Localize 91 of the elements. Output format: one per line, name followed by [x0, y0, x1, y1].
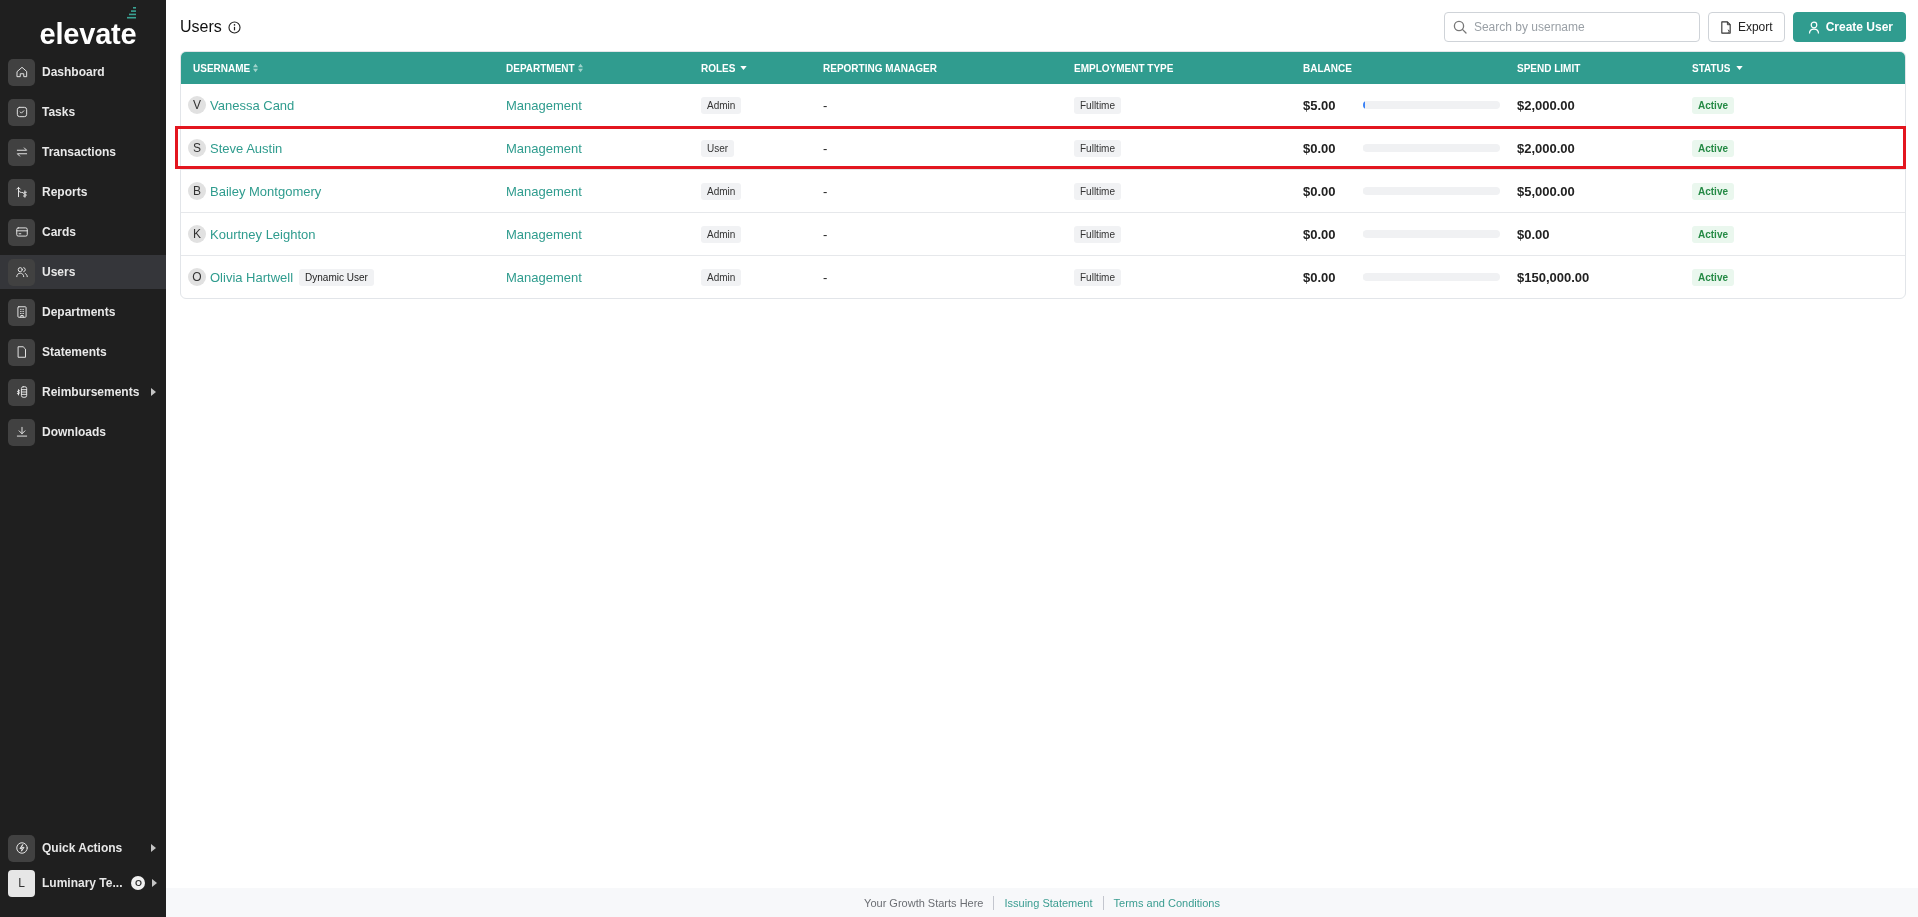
nav-item[interactable]: Departments [0, 295, 166, 329]
role-tag: Admin [701, 96, 742, 114]
balance-amount: $5.00 [1303, 97, 1337, 113]
balance-amount: $0.00 [1303, 226, 1337, 242]
reporting-manager-text: - [823, 226, 828, 242]
column-header: BALANCE [1302, 62, 1353, 74]
account-avatar: L [8, 869, 35, 897]
user-avatar: S [188, 139, 206, 157]
user-type-tag: Dynamic User [299, 268, 374, 286]
document-icon [8, 338, 35, 366]
spend-limit-amount: $5,000.00 [1517, 183, 1575, 199]
nav-item[interactable]: Reimbursements [0, 375, 166, 409]
checkmark-square-icon [8, 98, 35, 126]
search-field[interactable]: Search by username [1443, 12, 1700, 42]
spend-limit-amount: $2,000.00 [1517, 140, 1575, 156]
logo: elevate [39, 20, 137, 49]
employment-type-tag: Fulltime [1074, 182, 1121, 200]
status-tag: Active [1692, 96, 1734, 114]
search-icon [1452, 20, 1467, 34]
stacked-lines-icon [127, 7, 137, 19]
column-header: SPEND LIMIT [1516, 62, 1582, 74]
spend-limit-amount: $0.00 [1517, 226, 1550, 242]
username-link[interactable]: Olivia Hartwell [210, 269, 294, 285]
employment-type-tag: Fulltime [1074, 225, 1121, 243]
balance-amount: $0.00 [1303, 183, 1337, 199]
column-header[interactable]: ROLES [689, 62, 811, 74]
department-link[interactable]: Management [506, 140, 582, 156]
coins-dollar-icon [8, 378, 35, 406]
nav-item[interactable]: Users [0, 255, 166, 289]
department-link[interactable]: Management [506, 226, 582, 242]
page-title: Users [180, 17, 222, 37]
reporting-manager-text: - [823, 183, 828, 199]
employment-type-tag: Fulltime [1074, 139, 1121, 157]
status-tag: Active [1692, 268, 1734, 286]
user-avatar: K [188, 225, 206, 243]
role-tag: Admin [701, 225, 742, 243]
nav-item[interactable]: Transactions [0, 135, 166, 169]
footer-link[interactable]: Issuing Statement [1004, 896, 1093, 909]
department-link[interactable]: Management [506, 183, 582, 199]
role-tag: Admin [701, 182, 742, 200]
role-tag: Admin [701, 268, 742, 286]
download-icon [8, 418, 35, 446]
house-icon [8, 58, 35, 86]
swap-arrows-icon [8, 138, 35, 166]
username-link[interactable]: Steve Austin [210, 140, 283, 156]
letter-badge: O [131, 876, 146, 890]
account-name[interactable]: Luminary Te... [42, 876, 123, 890]
user-avatar: B [188, 182, 206, 200]
column-header[interactable]: USERNAME [181, 62, 494, 74]
employment-type-tag: Fulltime [1074, 268, 1121, 286]
nav-item[interactable]: Tasks [0, 95, 166, 129]
nav-item[interactable]: Cards [0, 215, 166, 249]
column-header: EMPLOYMENT TYPE [1073, 62, 1175, 74]
reporting-manager-text: - [823, 97, 828, 113]
column-header[interactable]: STATUS [1680, 62, 1905, 74]
nav-item[interactable]: Statements [0, 335, 166, 369]
spend-limit-amount: $150,000.00 [1517, 269, 1590, 285]
column-header[interactable]: DEPARTMENT [494, 62, 689, 74]
export-button[interactable]: Export [1707, 12, 1785, 42]
branch-dollar-icon [8, 178, 35, 206]
employment-type-tag: Fulltime [1074, 96, 1121, 114]
username-link[interactable]: Vanessa Cand [210, 97, 295, 113]
nav-item[interactable]: Quick Actions [0, 831, 166, 865]
user-avatar: O [188, 268, 206, 286]
column-header: REPORTING MANAGER [822, 62, 938, 74]
department-link[interactable]: Management [506, 269, 582, 285]
nav-item[interactable]: Reports [0, 175, 166, 209]
reporting-manager-text: - [823, 140, 828, 156]
username-link[interactable]: Bailey Montgomery [210, 183, 322, 199]
users-icon [8, 258, 35, 286]
username-link[interactable]: Kourtney Leighton [210, 226, 316, 242]
footer-link[interactable]: Terms and Conditions [1113, 896, 1220, 909]
nav-item[interactable]: Downloads [0, 415, 166, 449]
balance-amount: $0.00 [1303, 140, 1337, 156]
user-avatar: V [188, 96, 206, 114]
building-icon [8, 298, 35, 326]
balance-amount: $0.00 [1303, 269, 1337, 285]
create-user-button[interactable]: Create User [1792, 12, 1906, 42]
document-icon [1719, 20, 1732, 34]
person-icon [1807, 20, 1820, 34]
status-tag: Active [1692, 182, 1734, 200]
status-tag: Active [1692, 225, 1734, 243]
info-icon[interactable] [227, 20, 241, 34]
nav-item[interactable]: Dashboard [0, 55, 166, 89]
tagline-text: Your Growth Starts Here [864, 896, 984, 909]
spend-limit-amount: $2,000.00 [1517, 97, 1575, 113]
department-link[interactable]: Management [506, 97, 582, 113]
status-tag: Active [1692, 139, 1734, 157]
role-tag: User [701, 139, 735, 157]
card-icon [8, 218, 35, 246]
reporting-manager-text: - [823, 269, 828, 285]
